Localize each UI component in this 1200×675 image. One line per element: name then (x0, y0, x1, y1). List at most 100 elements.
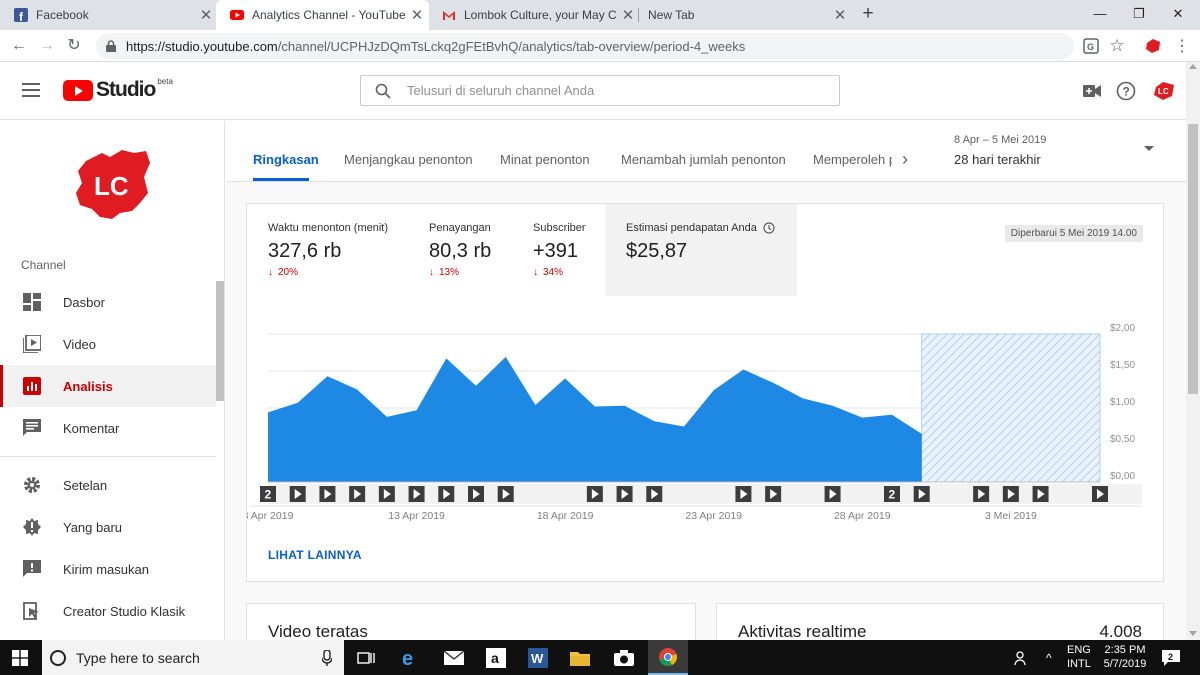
amazon-icon[interactable]: a (476, 640, 516, 675)
y-tick-label: $0,00 (1110, 471, 1135, 482)
metric-label: Subscriber (533, 222, 586, 234)
extension-lc-icon[interactable] (1143, 36, 1163, 56)
close-tab-icon[interactable]: ✕ (828, 6, 852, 24)
create-video-icon[interactable] (1081, 80, 1103, 102)
back-arrow-icon[interactable]: ← (8, 35, 30, 57)
sidebar-item-setelan[interactable]: Setelan (0, 464, 216, 506)
avatar-text: LC (94, 171, 129, 201)
sidebar-scrollbar[interactable] (216, 281, 224, 401)
logo-text: Studio (96, 78, 156, 101)
browser-tab-gmail[interactable]: Lombok Culture, your May Creator ✕ (428, 0, 640, 30)
new-badge-icon (22, 517, 42, 537)
notifications-icon[interactable]: 2 (1162, 640, 1180, 675)
browser-tab-studio[interactable]: Analytics Channel - YouTube Studio ✕ (216, 0, 429, 30)
metric-delta-value: 20% (278, 267, 299, 278)
sidebar-section-label: Channel (21, 258, 66, 272)
browser-menu-icon[interactable]: ⋮ (1172, 36, 1192, 56)
gear-icon (22, 475, 42, 495)
browser-tab-facebook[interactable]: f Facebook ✕ (0, 0, 218, 30)
scroll-up-icon[interactable] (1189, 64, 1197, 69)
metric-views[interactable]: Penayangan 80,3 rb ↓ 13% (408, 204, 512, 296)
sidebar-item-dasbor[interactable]: Dasbor (0, 281, 216, 323)
sidebar-item-video[interactable]: Video (0, 323, 216, 365)
hamburger-menu-icon[interactable] (22, 83, 40, 97)
tray-expand-icon[interactable]: ^ (1046, 640, 1052, 675)
arrow-down-icon: ↓ (268, 267, 273, 278)
input-language[interactable]: ENG INTL (1067, 643, 1091, 671)
x-tick-label: 28 Apr 2019 (834, 510, 891, 522)
studio-logo[interactable]: Studio beta (63, 77, 173, 102)
taskbar-search[interactable]: Type here to search (42, 640, 344, 675)
period-select[interactable]: 28 hari terakhir (954, 152, 1041, 167)
tab-menambah-jumlah-penonton[interactable]: Menambah jumlah penonton (621, 152, 786, 167)
windows-taskbar: Type here to search e a W ^ ENG INTL 2:3… (0, 640, 1200, 675)
sidebar-item-kirim-masukan[interactable]: Kirim masukan (0, 548, 216, 590)
channel-avatar[interactable]: LC (72, 147, 154, 221)
chevron-down-icon[interactable] (1144, 146, 1154, 151)
bookmark-star-icon[interactable]: ☆ (1107, 36, 1127, 56)
file-explorer-icon[interactable] (560, 640, 600, 675)
svg-text:e: e (402, 648, 413, 668)
projection-area (921, 333, 1101, 483)
windows-start-icon[interactable] (12, 650, 28, 666)
metric-subscribers[interactable]: Subscriber +391 ↓ 34% (512, 204, 605, 296)
classic-studio-icon (22, 601, 42, 621)
account-avatar-icon[interactable]: LC (1153, 80, 1175, 102)
sidebar-divider (0, 456, 216, 457)
facebook-icon: f (14, 8, 28, 22)
clock-date: 5/7/2019 (1103, 658, 1147, 670)
taskbar-search-text: Type here to search (76, 649, 200, 666)
people-icon[interactable] (1014, 640, 1030, 675)
help-icon[interactable]: ? (1115, 80, 1137, 102)
close-tab-icon[interactable]: ✕ (405, 6, 429, 24)
channel-search[interactable] (360, 75, 840, 106)
svg-text:a: a (491, 650, 499, 666)
translate-icon[interactable]: G (1081, 36, 1101, 56)
tab-minat-penonton[interactable]: Minat penonton (500, 152, 590, 167)
metric-revenue[interactable]: Estimasi pendapatan Anda $25,87 (605, 204, 797, 296)
address-bar[interactable]: https://studio.youtube.com/channel/UCPHJ… (96, 33, 1074, 59)
metric-value: 327,6 rb (268, 240, 342, 262)
metric-label-text: Estimasi pendapatan Anda (626, 222, 757, 234)
new-tab-button[interactable]: + (858, 4, 878, 26)
chart-marker-row: 22 (250, 484, 1142, 507)
sidebar-item-analisis[interactable]: Analisis (0, 365, 216, 407)
info-icon[interactable] (763, 222, 775, 234)
realtime-count: 4.008 (1099, 622, 1142, 640)
x-tick-label: 23 Apr 2019 (685, 510, 742, 522)
youtube-icon (230, 8, 244, 22)
close-tab-icon[interactable]: ✕ (194, 6, 218, 24)
svg-text:G: G (1087, 42, 1094, 52)
forward-arrow-icon[interactable]: → (36, 35, 58, 57)
edge-icon[interactable]: e (390, 640, 430, 675)
camera-icon[interactable] (604, 640, 644, 675)
see-more-link[interactable]: LIHAT LAINNYA (268, 548, 362, 562)
y-tick-label: $0,50 (1110, 434, 1135, 445)
microphone-icon[interactable] (322, 650, 332, 666)
scrollbar-thumb[interactable] (1188, 124, 1198, 394)
tab-ringkasan[interactable]: Ringkasan (253, 152, 319, 167)
page-scrollbar[interactable] (1186, 62, 1200, 640)
date-range: 8 Apr – 5 Mei 2019 (954, 134, 1047, 146)
tab-memperoleh[interactable]: Memperoleh p (813, 152, 892, 167)
reload-icon[interactable]: ↻ (63, 35, 85, 57)
analytics-tabs: Ringkasan Menjangkau penonton Minat peno… (226, 121, 1186, 182)
word-icon[interactable]: W (518, 640, 558, 675)
keyboard-layout: INTL (1067, 658, 1091, 670)
browser-tab-newtab[interactable]: New Tab ✕ (634, 0, 852, 30)
sidebar-item-yang-baru[interactable]: Yang baru (0, 506, 216, 548)
metric-watch-time[interactable]: Waktu menonton (menit) 327,6 rb ↓ 20% (247, 204, 407, 296)
chrome-icon[interactable] (648, 640, 688, 675)
taskbar-clock[interactable]: 2:35 PM 5/7/2019 (1102, 643, 1148, 671)
task-view-icon[interactable] (346, 640, 386, 675)
sidebar-item-komentar[interactable]: Komentar (0, 407, 216, 449)
sidebar-item-creator-studio-klasik[interactable]: Creator Studio Klasik (0, 590, 216, 632)
svg-text:LC: LC (1158, 87, 1169, 96)
sidebar-item-label: Setelan (63, 477, 108, 493)
tab-menjangkau-penonton[interactable]: Menjangkau penonton (344, 152, 473, 167)
search-input[interactable] (407, 83, 807, 98)
scroll-down-icon[interactable] (1189, 631, 1197, 636)
chevron-right-icon[interactable]: › (902, 149, 908, 170)
close-window-icon[interactable]: ✕ (1155, 0, 1200, 30)
mail-icon[interactable] (434, 640, 474, 675)
